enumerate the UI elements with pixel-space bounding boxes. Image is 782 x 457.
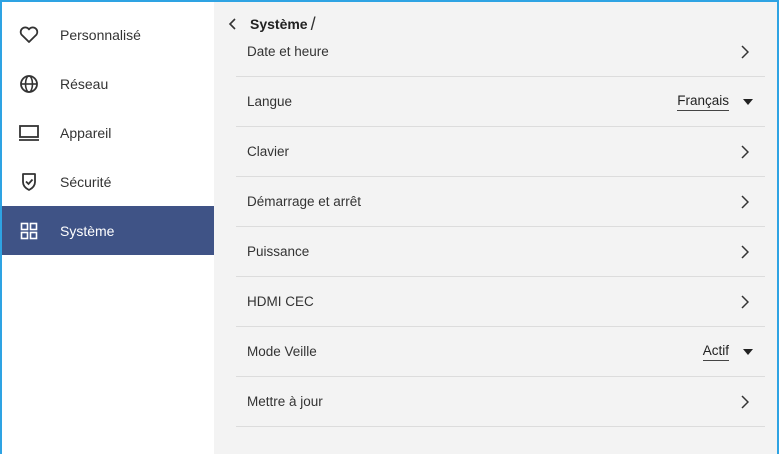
sidebar-item-systeme[interactable]: Système <box>2 206 214 255</box>
language-value: Français <box>677 93 729 111</box>
caret-down-icon <box>743 348 753 355</box>
sidebar-item-label: Réseau <box>60 75 109 92</box>
sleep-mode-select[interactable]: Actif <box>702 343 753 361</box>
sidebar-item-label: Personnalisé <box>60 26 141 43</box>
row-demarrage-et-arret[interactable]: Démarrage et arrêt <box>236 177 765 227</box>
grid-icon <box>18 220 40 242</box>
sidebar-item-label: Appareil <box>60 124 112 141</box>
row-label: Démarrage et arrêt <box>247 194 362 209</box>
row-puissance[interactable]: Puissance <box>236 227 765 277</box>
sidebar-item-label: Système <box>60 222 115 239</box>
monitor-icon <box>18 122 40 144</box>
globe-icon <box>18 73 40 95</box>
caret-down-icon <box>743 98 753 105</box>
sidebar-item-securite[interactable]: Sécurité <box>2 157 214 206</box>
row-hdmi-cec[interactable]: HDMI CEC <box>236 277 765 327</box>
sidebar-item-reseau[interactable]: Réseau <box>2 59 214 108</box>
chevron-right-icon <box>737 194 753 209</box>
chevron-right-icon <box>737 394 753 409</box>
row-mode-veille: Mode Veille Actif <box>236 327 765 377</box>
row-label: Puissance <box>247 244 310 259</box>
sidebar-item-personnalise[interactable]: Personnalisé <box>2 10 214 59</box>
shield-check-icon <box>18 171 40 193</box>
row-label: Date et heure <box>247 44 329 59</box>
chevron-right-icon <box>737 294 753 309</box>
row-mettre-a-jour[interactable]: Mettre à jour <box>236 377 765 427</box>
chevron-right-icon <box>737 144 753 159</box>
settings-list: Date et heure Langue Français Clavier Dé… <box>236 27 765 427</box>
row-label: HDMI CEC <box>247 294 314 309</box>
row-date-et-heure[interactable]: Date et heure <box>236 27 765 77</box>
row-clavier[interactable]: Clavier <box>236 127 765 177</box>
heart-icon <box>18 24 40 46</box>
row-label: Mettre à jour <box>247 394 323 409</box>
row-label: Clavier <box>247 144 290 159</box>
language-select[interactable]: Français <box>677 93 753 111</box>
row-label: Langue <box>247 94 293 109</box>
chevron-right-icon <box>737 44 753 59</box>
sidebar-item-label: Sécurité <box>60 173 112 190</box>
sidebar-item-appareil[interactable]: Appareil <box>2 108 214 157</box>
row-label: Mode Veille <box>247 344 317 359</box>
sidebar: Personnalisé Réseau Appareil Sécurité Sy… <box>2 2 214 454</box>
settings-window: Personnalisé Réseau Appareil Sécurité Sy… <box>0 0 779 454</box>
chevron-right-icon <box>737 244 753 259</box>
row-langue: Langue Français <box>236 77 765 127</box>
main-content: Système / Date et heure Langue Français … <box>214 2 777 454</box>
sleep-mode-value: Actif <box>702 343 729 361</box>
